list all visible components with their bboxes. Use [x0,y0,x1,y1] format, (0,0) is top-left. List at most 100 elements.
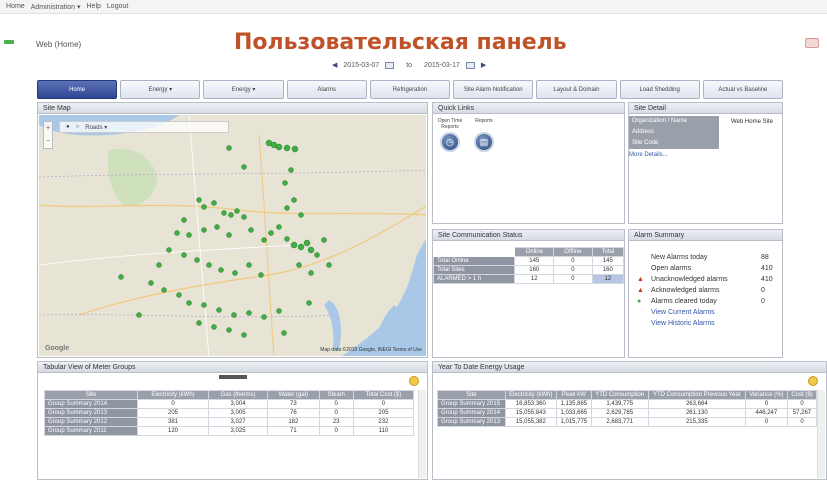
clock-icon[interactable]: ◷ [440,132,460,152]
calendar-icon[interactable] [465,61,475,69]
google-logo: Google [45,345,70,352]
table-cell: 1,135,865 [556,399,592,409]
alarm-row: Open alarms 410 [637,263,781,274]
table-cell: 3,025 [207,426,269,436]
site-detail-panel: Site Detail Organization / Name Web Home… [628,102,783,224]
menu-help[interactable]: Help [87,3,101,10]
column-header: Offline [553,247,593,257]
meter-groups-pager[interactable] [38,375,427,381]
map-type-select[interactable]: Roads ▾ [85,124,107,131]
map-toolbar[interactable]: ● ○ Roads ▾ [59,121,229,133]
warning-icon: ▲ [637,287,644,294]
main-tab-bar: Home Energy ▾ Energy ▾ Alarms Refrigerat… [37,80,783,99]
site-detail-row: Organization / Name Web Home Site [629,116,782,127]
table-cell: 2,683,771 [590,417,649,427]
menu-administration[interactable]: Administration ▾ [31,3,81,11]
table-cell: 15,055,382 [504,417,558,427]
tab-energy-1[interactable]: Energy ▾ [120,80,201,99]
alarm-value: 410 [761,265,773,272]
site-detail-title: Site Detail [629,103,782,114]
column-header: Cost ($) [786,390,818,400]
table-row: Total Online 145 0 145 [432,256,625,266]
row-label: Group Summary 2012 [43,417,139,427]
tab-layout-domain[interactable]: Layout & Domain [536,80,617,99]
date-from[interactable]: 2015-03-07 [343,62,379,69]
site-communication-title: Site Communication Status [433,230,624,241]
table-cell: 0 [318,399,354,409]
alarm-row: ● Alarms cleared today 0 [637,296,781,307]
table-row: Group Summary 2014 0 3,004 73 0 0 [43,399,415,409]
site-map-panel: Site Map + − ● ○ Roads ▾ Google Map data… [37,102,428,358]
column-header: Gas (therms) [207,390,269,400]
menu-logout[interactable]: Logout [107,3,128,10]
column-header: Peak kW [556,390,592,400]
alarm-list: New Alarms today 88 Open alarms 410 ▲ Unack… [637,252,781,329]
quick-link-label: Open Time Reports [437,118,463,130]
table-cell: 160 [591,265,625,275]
table-cell: 15,055,843 [504,408,558,418]
calendar-icon[interactable] [385,61,395,69]
export-icon[interactable] [409,376,419,386]
map-layer-icon[interactable]: ○ [76,124,80,130]
alarm-summary-title: Alarm Summary [629,230,782,241]
site-communication-table: Online Offline Total Total Online 145 0 … [432,247,625,284]
quick-links-panel: Quick Links Open Time Reports ◷ Reports … [432,102,625,224]
view-current-alarms-link[interactable]: View Current Alarms [637,307,781,318]
date-to[interactable]: 2015-03-17 [424,62,460,69]
more-details-link[interactable]: More Details... [629,149,782,158]
table-cell: 381 [137,417,209,427]
tab-refrigeration[interactable]: Refrigeration [369,80,451,99]
export-icon[interactable] [808,376,818,386]
site-map-title: Site Map [38,103,427,114]
view-historic-alarms-link[interactable]: View Historic Alarms [637,318,781,329]
table-cell: 232 [352,417,415,427]
prev-range-arrow-icon[interactable]: ◀ [332,61,337,69]
table-cell: 0 [553,256,593,266]
row-label: Group Summary 2014 [43,399,139,409]
table-cell: 2,629,785 [590,408,649,418]
table-cell: 160 [514,265,555,275]
row-label: ALARMED > 1 h [432,274,516,284]
warning-icon: ▲ [637,276,644,283]
table-row: Group Summary 2014 15,055,843 1,033,665 … [437,408,818,418]
table-cell: 76 [267,408,320,418]
row-label: Group Summary 2013 [43,408,139,418]
meter-groups-scrollbar[interactable] [418,390,426,478]
row-label: Total Sites [432,265,516,275]
ytd-energy-title: Year To Date Energy Usage [433,362,826,373]
table-cell: 0 [744,399,788,409]
table-cell: 0 [137,399,209,409]
table-row: Group Summary 2012 381 3,027 182 23 232 [43,417,415,427]
site-detail-label: Site Code [629,138,719,149]
alarm-label: Acknowledged alarms [651,287,720,294]
language-flag-icon[interactable] [805,38,819,48]
quick-link-open-time-reports[interactable]: Open Time Reports ◷ [437,118,463,152]
map-zoom-control[interactable]: + − [43,121,53,149]
tab-load-shedding[interactable]: Load Shedding [619,80,700,99]
table-cell: 0 [786,417,818,427]
map-canvas[interactable] [39,115,426,356]
table-cell: 215,335 [647,417,746,427]
pager-bar[interactable] [218,375,247,380]
row-label: Group Summary 2015 [437,399,506,409]
tab-energy-2[interactable]: Energy ▾ [203,80,284,99]
column-header [432,247,516,257]
tab-actual-vs-baseline[interactable]: Actual vs Baseline [702,80,783,99]
next-range-arrow-icon[interactable]: ▶ [481,61,486,69]
tab-alarms[interactable]: Alarms [286,80,367,99]
quick-link-reports[interactable]: Reports ▤ [471,118,497,152]
site-detail-label: Organization / Name [629,116,719,127]
alarm-label: New Alarms today [651,254,708,261]
tab-site-alarm-notification[interactable]: Site Alarm Notification [453,80,534,99]
menu-home[interactable]: Home [6,3,25,10]
table-row: Group Summary 2013 15,055,382 1,015,775 … [437,417,818,427]
report-icon[interactable]: ▤ [474,132,494,152]
site-detail-row: Address [629,127,782,138]
table-cell: 3,027 [207,417,269,427]
table-cell: 0 [318,408,354,418]
site-map[interactable]: + − ● ○ Roads ▾ Google Map data ©2015 Goo… [39,115,426,356]
ytd-energy-scrollbar[interactable] [817,390,825,478]
map-hand-icon[interactable]: ● [66,124,70,130]
tab-home[interactable]: Home [37,80,118,99]
site-communication-panel: Site Communication Status Online Offline… [432,229,625,358]
